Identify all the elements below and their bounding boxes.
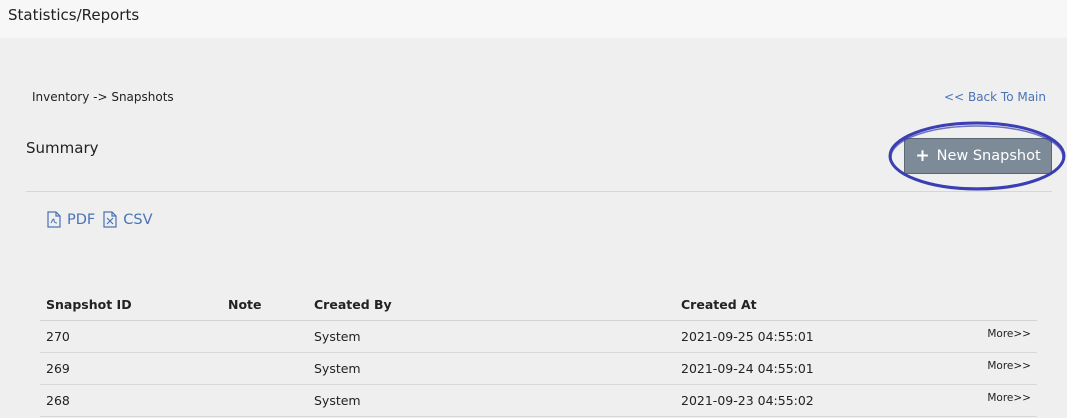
table-row: 268 System 2021-09-23 04:55:02 More>> bbox=[40, 381, 1037, 417]
table-header-row: Snapshot ID Note Created By Created At bbox=[40, 288, 1037, 321]
plus-icon: + bbox=[915, 145, 930, 166]
more-link[interactable]: More>> bbox=[945, 317, 1037, 350]
page-title: Statistics/Reports bbox=[8, 6, 140, 24]
pdf-export-link[interactable]: PDF bbox=[47, 211, 95, 228]
new-snapshot-button[interactable]: + New Snapshot bbox=[904, 138, 1052, 174]
top-bar: Statistics/Reports bbox=[0, 0, 1067, 38]
snapshot-id-cell: 270 bbox=[40, 320, 222, 353]
csv-label: CSV bbox=[123, 211, 153, 228]
table-row: 269 System 2021-09-24 04:55:01 More>> bbox=[40, 349, 1037, 385]
pdf-label: PDF bbox=[67, 211, 96, 228]
back-to-main-link[interactable]: << Back To Main bbox=[944, 90, 1046, 104]
csv-export-link[interactable]: CSV bbox=[103, 211, 153, 228]
note-cell bbox=[222, 320, 308, 353]
created-at-cell: 2021-09-23 04:55:02 bbox=[675, 384, 945, 417]
column-header-snapshot-id[interactable]: Snapshot ID bbox=[40, 288, 222, 321]
column-header-created-at[interactable]: Created At bbox=[675, 288, 945, 321]
page: Statistics/Reports Inventory -> Snapshot… bbox=[0, 0, 1067, 418]
created-by-cell: System bbox=[308, 384, 675, 417]
note-cell bbox=[222, 384, 308, 417]
snapshot-id-cell: 268 bbox=[40, 384, 222, 417]
created-at-cell: 2021-09-24 04:55:01 bbox=[675, 352, 945, 385]
breadcrumb: Inventory -> Snapshots bbox=[32, 90, 174, 104]
snapshots-table: Snapshot ID Note Created By Created At 2… bbox=[40, 288, 1037, 417]
more-link[interactable]: More>> bbox=[945, 381, 1037, 414]
created-at-cell: 2021-09-25 04:55:01 bbox=[675, 320, 945, 353]
new-snapshot-label: New Snapshot bbox=[936, 148, 1041, 164]
summary-heading: Summary bbox=[26, 139, 99, 157]
section-divider bbox=[26, 191, 1052, 192]
created-by-cell: System bbox=[308, 320, 675, 353]
more-link[interactable]: More>> bbox=[945, 349, 1037, 382]
column-header-note[interactable]: Note bbox=[222, 288, 308, 321]
export-links: PDF CSV bbox=[47, 211, 153, 228]
snapshot-id-cell: 269 bbox=[40, 352, 222, 385]
created-by-cell: System bbox=[308, 352, 675, 385]
column-header-actions bbox=[945, 288, 1037, 321]
pdf-file-icon bbox=[47, 211, 61, 228]
table-row: 270 System 2021-09-25 04:55:01 More>> bbox=[40, 317, 1037, 353]
note-cell bbox=[222, 352, 308, 385]
excel-file-icon bbox=[103, 211, 117, 228]
column-header-created-by[interactable]: Created By bbox=[308, 288, 675, 321]
